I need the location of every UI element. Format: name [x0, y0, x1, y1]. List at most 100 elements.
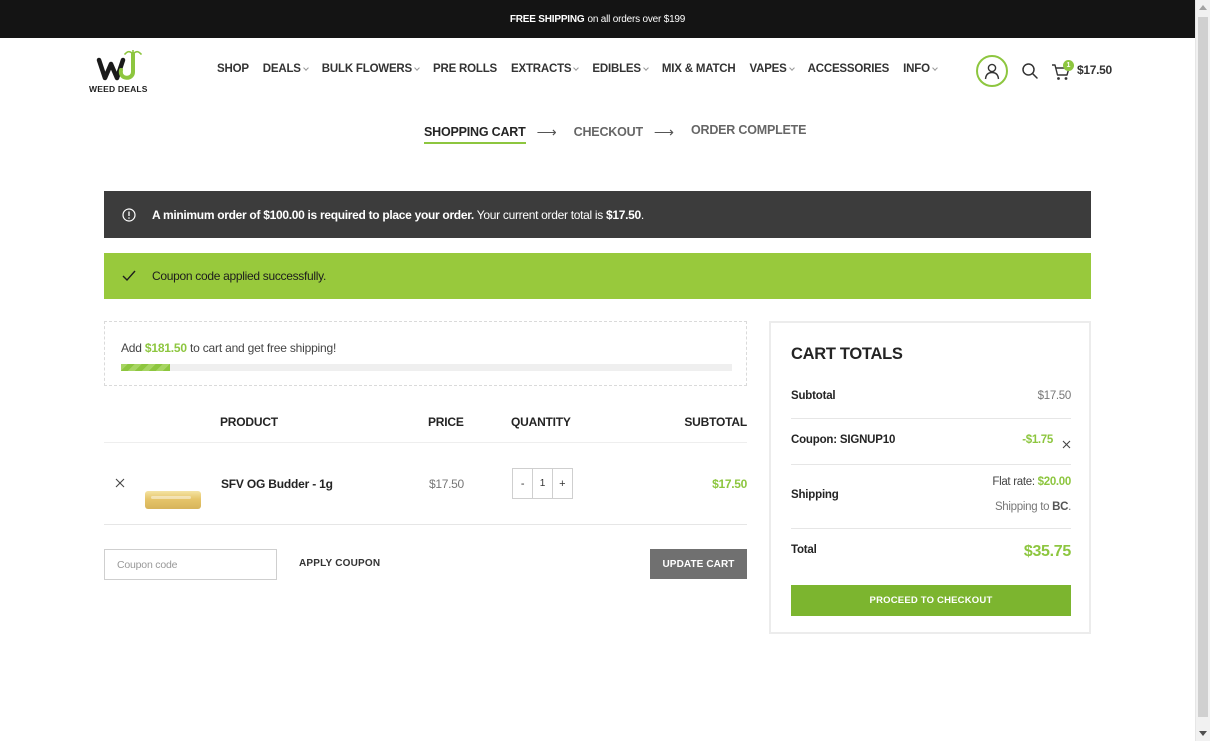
subtotal-label: Subtotal	[791, 390, 836, 402]
shipping-row: Shipping Flat rate: $20.00 Shipping to B…	[791, 465, 1071, 529]
nav-item-info[interactable]: INFO	[903, 63, 938, 75]
coupon-success-text: Coupon code applied successfully.	[152, 269, 326, 283]
weed-deals-logo[interactable]: WEED DEALS	[89, 49, 159, 96]
table-row: SFV OG Budder - 1g $17.50 - 1 + $17.50	[104, 443, 747, 525]
chevron-down-icon	[414, 65, 420, 71]
remove-coupon-button[interactable]	[1062, 436, 1071, 449]
minimum-order-rest: Your current order total is	[473, 207, 607, 222]
chevron-down-icon	[643, 65, 649, 71]
cart-count-badge: 1	[1063, 60, 1074, 71]
step-arrow-icon: ⟶	[536, 124, 557, 140]
cart-table-header: PRODUCT PRICE QUANTITY SUBTOTAL	[104, 400, 747, 443]
scroll-thumb[interactable]	[1198, 17, 1208, 717]
chevron-down-icon	[302, 65, 309, 71]
free-shipping-banner: FREE SHIPPING on all orders over $199	[0, 0, 1195, 38]
chevron-down-icon	[573, 65, 580, 71]
checkout-steps: SHOPPING CART ⟶ CHECKOUT ⟶ ORDER COMPLET…	[424, 123, 807, 144]
scroll-down-arrow-icon[interactable]	[1199, 731, 1207, 736]
minimum-order-end: .	[640, 207, 644, 222]
total-row: Total $35.75	[791, 529, 1071, 579]
nav-item-label: MIX & MATCH	[661, 63, 736, 75]
search-icon	[1022, 63, 1038, 79]
free-shipping-amount: $181.50	[144, 341, 187, 355]
account-button[interactable]	[976, 55, 1008, 87]
product-thumbnail[interactable]	[145, 491, 201, 509]
checkmark-icon	[122, 269, 136, 283]
nav-item-extracts[interactable]: EXTRACTS	[511, 63, 580, 75]
nav-item-label: PRE ROLLS	[433, 63, 498, 75]
nav-item-bulk-flowers[interactable]: BULK FLOWERS	[321, 63, 420, 75]
banner-text: on all orders over $199	[587, 13, 686, 25]
free-shipping-progress-box: Add $181.50 to cart and get free shippin…	[104, 321, 747, 386]
close-icon	[115, 478, 125, 488]
coupon-success-notice: Coupon code applied successfully.	[104, 253, 1091, 299]
total-label: Total	[791, 544, 817, 556]
header-subtotal: SUBTOTAL	[684, 415, 747, 429]
main-navigation: SHOP DEALS BULK FLOWERS PRE ROLLS EXTRACTS ED…	[217, 63, 951, 75]
product-price: $17.50	[429, 477, 464, 491]
shipping-to-value: BC	[1052, 501, 1069, 513]
nav-item-label: BULK FLOWERS	[321, 63, 413, 75]
subtotal-value: $17.50	[1037, 390, 1072, 402]
page-scrollbar[interactable]	[1195, 0, 1210, 741]
logo-mark-icon	[96, 49, 142, 81]
shipping-to-end: .	[1068, 501, 1071, 513]
apply-coupon-button[interactable]: APPLY COUPON	[299, 558, 380, 569]
cart-totals-title: CART TOTALS	[791, 345, 903, 363]
coupon-discount-value: -$1.75	[1022, 434, 1053, 446]
quantity-input[interactable]: 1	[532, 469, 553, 498]
step-checkout[interactable]: CHECKOUT	[574, 125, 643, 139]
subtotal-row: Subtotal $17.50	[791, 378, 1071, 419]
nav-item-mix-match[interactable]: MIX & MATCH	[662, 63, 736, 75]
user-icon	[984, 63, 1000, 80]
nav-item-label: DEALS	[262, 63, 301, 75]
flat-rate: Flat rate: $20.00	[992, 476, 1071, 488]
nav-item-deals[interactable]: DEALS	[262, 63, 309, 75]
quantity-plus-button[interactable]: +	[553, 469, 572, 498]
proceed-to-checkout-button[interactable]: PROCEED TO CHECKOUT	[791, 585, 1071, 616]
minimum-order-bold: A minimum order of $100.00 is required t…	[152, 207, 474, 222]
flat-rate-value: $20.00	[1037, 476, 1072, 488]
close-icon	[1062, 440, 1071, 449]
flat-rate-label: Flat rate:	[992, 476, 1038, 488]
page: FREE SHIPPING on all orders over $199 WE…	[0, 0, 1210, 741]
nav-item-label: INFO	[903, 63, 930, 75]
header-quantity: QUANTITY	[511, 415, 571, 429]
shipping-label: Shipping	[791, 489, 839, 501]
nav-item-label: SHOP	[217, 63, 249, 75]
nav-item-accessories[interactable]: ACCESSORIES	[808, 63, 890, 75]
nav-item-shop[interactable]: SHOP	[217, 63, 249, 75]
shipping-to-label: Shipping to	[994, 501, 1053, 513]
step-arrow-icon: ⟶	[653, 124, 674, 140]
banner-bold-text: FREE SHIPPING	[509, 13, 585, 25]
header-product: PRODUCT	[220, 415, 278, 429]
nav-item-label: EDIBLES	[592, 63, 641, 75]
nav-item-vapes[interactable]: VAPES	[749, 63, 795, 75]
nav-item-label: VAPES	[749, 63, 787, 75]
minimum-order-notice: A minimum order of $100.00 is required t…	[104, 191, 1091, 238]
nav-item-label: EXTRACTS	[511, 63, 572, 75]
quantity-stepper: - 1 +	[512, 468, 573, 499]
step-shopping-cart[interactable]: SHOPPING CART	[424, 125, 526, 144]
product-subtotal: $17.50	[712, 477, 747, 491]
remove-item-button[interactable]	[114, 476, 126, 488]
total-value: $35.75	[1023, 543, 1071, 560]
coupon-row: Coupon: SIGNUP10 -$1.75	[791, 419, 1071, 465]
nav-item-edibles[interactable]: EDIBLES	[592, 63, 649, 75]
nav-item-label: ACCESSORIES	[807, 63, 890, 75]
scroll-up-arrow-icon[interactable]	[1199, 5, 1207, 10]
update-cart-button[interactable]: UPDATE CART	[650, 549, 747, 579]
shipping-destination: Shipping to BC.	[995, 501, 1071, 513]
step-order-complete: ORDER COMPLETE	[690, 123, 807, 137]
nav-item-pre-rolls[interactable]: PRE ROLLS	[433, 63, 497, 75]
quantity-minus-button[interactable]: -	[513, 469, 532, 498]
current-order-total: $17.50	[606, 207, 641, 222]
coupon-code-input[interactable]: Coupon code	[104, 549, 277, 580]
header-cart-amount[interactable]: $17.50	[1077, 63, 1112, 77]
free-shipping-progress-fill	[121, 364, 170, 371]
header-price: PRICE	[428, 415, 464, 429]
search-button[interactable]	[1021, 62, 1039, 80]
free-shipping-progress-bar	[121, 364, 732, 371]
product-name[interactable]: SFV OG Budder - 1g	[221, 477, 333, 491]
chevron-down-icon	[931, 65, 938, 71]
